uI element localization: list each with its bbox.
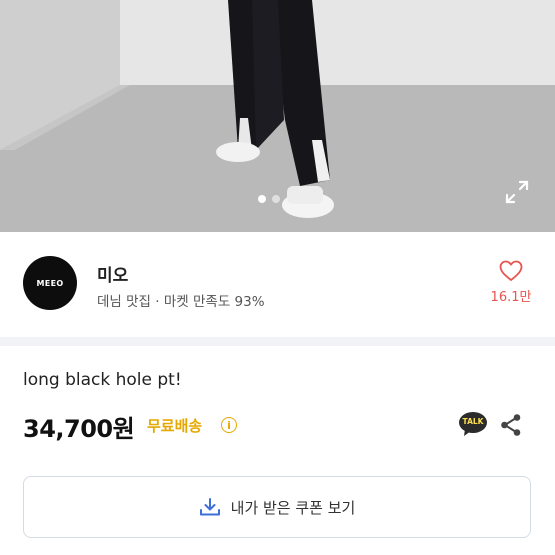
seller-section — [0, 232, 555, 337]
avatar-text: MEEO — [36, 278, 64, 288]
free-shipping-label: 무료배송 — [147, 417, 203, 435]
seller-meta: 데님 맛집 · 마켓 만족도 93% — [97, 294, 265, 310]
share-button[interactable] — [500, 413, 522, 437]
carousel-dots — [258, 195, 280, 203]
seller-avatar[interactable]: MEEO — [23, 256, 77, 310]
view-coupons-button[interactable]: 내가 받은 쿠폰 보기 — [23, 476, 531, 538]
coupon-label: 내가 받은 쿠폰 보기 — [230, 498, 356, 517]
expand-icon[interactable] — [503, 178, 531, 206]
product-title: long black hole pt! — [23, 370, 182, 390]
kakaotalk-button[interactable]: TALK — [458, 411, 488, 437]
info-icon-glyph: i — [227, 418, 231, 432]
section-divider — [0, 337, 555, 346]
download-icon — [199, 498, 220, 516]
seller-name[interactable]: 미오 — [97, 261, 128, 286]
carousel-dot-active[interactable] — [258, 195, 266, 203]
carousel-dot[interactable] — [272, 195, 280, 203]
talk-icon-text: TALK — [462, 417, 484, 426]
product-image[interactable] — [0, 0, 555, 232]
share-icon — [501, 414, 521, 436]
info-icon[interactable]: i — [221, 417, 237, 433]
like-button[interactable]: 16.1만 — [486, 260, 536, 305]
like-count: 16.1만 — [490, 290, 532, 305]
product-price: 34,700원 — [23, 415, 135, 443]
heart-outline-icon — [499, 260, 523, 281]
